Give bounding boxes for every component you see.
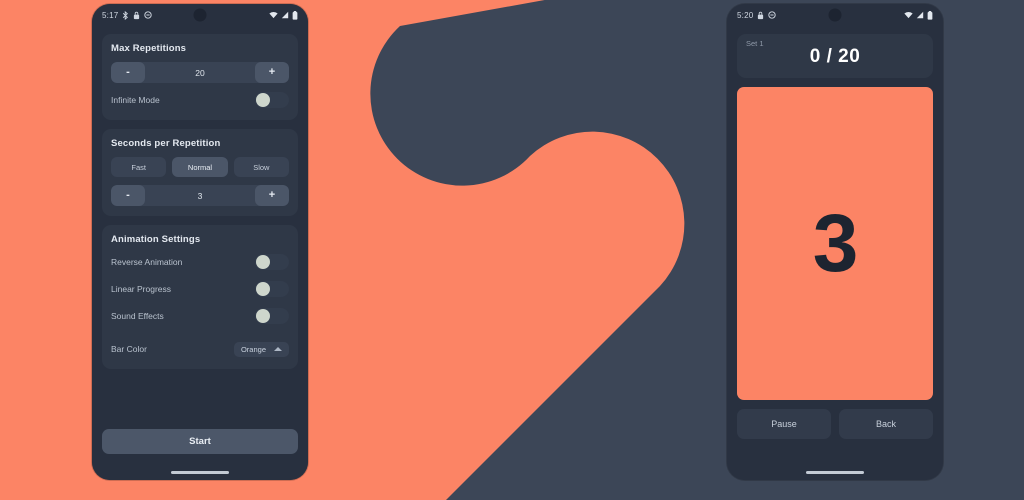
chevron-up-icon: [274, 347, 282, 351]
timer-screen: 5:20 Set 1 0 / 20 3 Pause Back: [727, 4, 943, 480]
status-bar-right-group: [269, 10, 298, 20]
seconds-value: 3: [197, 190, 203, 201]
repetition-counter: 0 / 20: [809, 46, 861, 67]
dropdown-bar-color-value: Orange: [240, 344, 266, 354]
settings-screen: 5:17 Max Repetitions - 20 + Infinite Mod…: [92, 4, 308, 480]
status-time: 5:20: [737, 10, 754, 20]
preset-slow-button[interactable]: Slow: [233, 157, 289, 177]
do-not-disturb-icon: [144, 11, 153, 19]
counter-card: Set 1 0 / 20: [737, 34, 933, 78]
front-camera-cutout: [828, 8, 842, 22]
signal-icon: [916, 11, 924, 19]
row-linear-progress: Linear Progress: [111, 278, 289, 299]
status-bar-left: 5:17: [92, 4, 308, 26]
countdown-number: 3: [812, 197, 859, 289]
decrement-seconds-button[interactable]: -: [111, 185, 145, 206]
toggle-knob: [256, 254, 270, 269]
preset-normal-button[interactable]: Normal: [172, 157, 228, 177]
navigation-pill-left[interactable]: [171, 471, 229, 474]
back-button[interactable]: Back: [839, 409, 933, 439]
timer-progress-panel: 3: [737, 87, 933, 400]
status-bar-right-group: [904, 10, 933, 20]
wifi-icon: [269, 11, 278, 19]
max-repetitions-value: 20: [195, 67, 205, 78]
increment-seconds-button[interactable]: +: [255, 185, 289, 206]
toggle-linear-progress[interactable]: [255, 280, 289, 297]
toggle-knob: [256, 308, 270, 323]
settings-content: Max Repetitions - 20 + Infinite Mode Sec…: [92, 26, 308, 480]
label-linear-progress: Linear Progress: [111, 283, 172, 294]
toggle-sound-effects[interactable]: [255, 307, 289, 324]
section-title-max-repetitions: Max Repetitions: [111, 43, 187, 54]
label-reverse-animation: Reverse Animation: [111, 256, 183, 267]
card-max-repetitions: Max Repetitions - 20 + Infinite Mode: [102, 34, 298, 120]
stepper-seconds: - 3 +: [111, 185, 289, 206]
card-animation-settings: Animation Settings Reverse Animation Lin…: [102, 225, 298, 369]
pause-button[interactable]: Pause: [737, 409, 831, 439]
preset-fast-button[interactable]: Fast: [111, 157, 167, 177]
front-camera-cutout: [193, 8, 207, 22]
bluetooth-icon: [123, 10, 129, 20]
decrement-repetitions-button[interactable]: -: [111, 62, 145, 83]
section-title-seconds-per-repetition: Seconds per Repetition: [111, 138, 221, 149]
card-seconds-per-repetition: Seconds per Repetition Fast Normal Slow …: [102, 129, 298, 216]
do-not-disturb-icon: [768, 11, 777, 19]
toggle-knob: [256, 281, 270, 296]
toggle-reverse-animation[interactable]: [255, 253, 289, 270]
status-bar-left-group: 5:20: [737, 10, 777, 20]
row-reverse-animation: Reverse Animation: [111, 251, 289, 272]
row-infinite-mode: Infinite Mode: [111, 89, 289, 110]
row-bar-color: Bar Color Orange: [111, 339, 289, 359]
speed-preset-group: Fast Normal Slow: [111, 157, 289, 177]
wifi-icon: [904, 11, 913, 19]
toggle-infinite-mode[interactable]: [255, 91, 289, 108]
section-title-animation-settings: Animation Settings: [111, 234, 201, 245]
lock-icon: [758, 11, 764, 19]
lock-icon: [134, 11, 140, 19]
start-button[interactable]: Start: [102, 429, 298, 454]
navigation-pill-right[interactable]: [806, 471, 864, 474]
stepper-max-repetitions: - 20 +: [111, 62, 289, 83]
signal-icon: [281, 11, 289, 19]
status-bar-left-group: 5:17: [102, 10, 153, 20]
row-sound-effects: Sound Effects: [111, 305, 289, 326]
status-time: 5:17: [102, 10, 119, 20]
battery-icon: [292, 10, 298, 20]
status-bar-right: 5:20: [727, 4, 943, 26]
label-bar-color: Bar Color: [111, 344, 147, 354]
phone-right-timer: 5:20 Set 1 0 / 20 3 Pause Back: [727, 4, 943, 480]
label-sound-effects: Sound Effects: [111, 310, 164, 321]
label-infinite-mode: Infinite Mode: [111, 94, 160, 105]
increment-repetitions-button[interactable]: +: [255, 62, 289, 83]
battery-icon: [927, 10, 933, 20]
dropdown-bar-color[interactable]: Orange: [233, 341, 289, 357]
phone-left-settings: 5:17 Max Repetitions - 20 + Infinite Mod…: [92, 4, 308, 480]
timer-content: Set 1 0 / 20 3 Pause Back: [727, 26, 943, 480]
toggle-knob: [256, 92, 270, 107]
timer-controls: Pause Back: [737, 409, 933, 439]
